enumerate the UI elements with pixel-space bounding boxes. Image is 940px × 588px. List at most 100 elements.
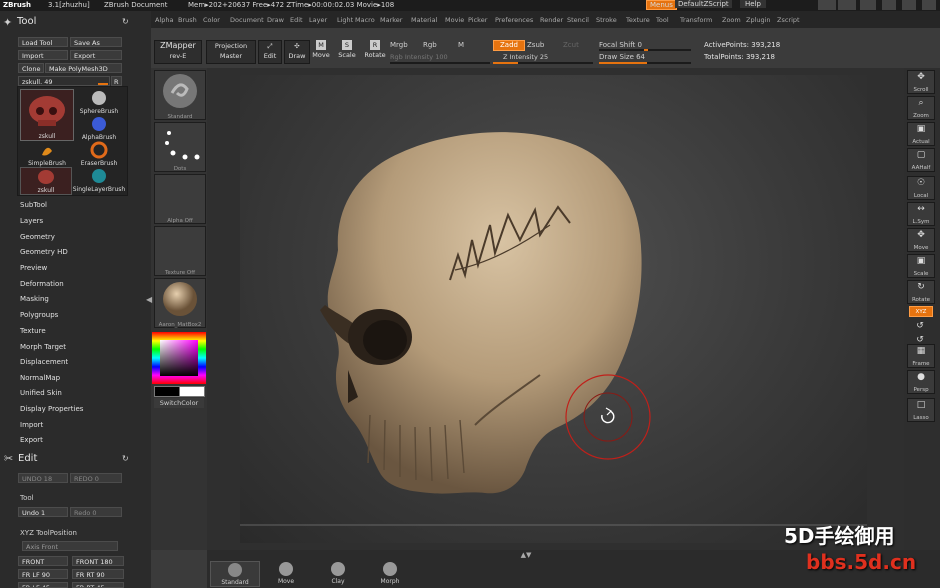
bottom-brush-move[interactable]: Move	[262, 561, 310, 585]
menu-zoom[interactable]: Zoom	[722, 16, 741, 24]
menu-zscript[interactable]: Zscript	[777, 16, 800, 24]
bottom-brush-standard[interactable]: Standard	[210, 561, 260, 587]
menu-color[interactable]: Color	[203, 16, 220, 24]
undo-button[interactable]: UNDO 18	[18, 473, 68, 483]
fr-rt-45-button[interactable]: FR RT 45	[72, 582, 124, 588]
subpalette-masking[interactable]: Masking	[20, 295, 49, 303]
subpalette-layers[interactable]: Layers	[20, 217, 43, 225]
tool-slot-spherebrush[interactable]: SphereBrush	[72, 89, 126, 115]
right-shelf-persp[interactable]: ● Persp	[907, 370, 935, 394]
menu-marker[interactable]: Marker	[380, 16, 402, 24]
load-tool-button[interactable]: Load Tool	[18, 37, 68, 47]
left-collapse-icon[interactable]: ◀	[146, 295, 152, 305]
right-shelf-slot-11[interactable]: ↺	[907, 334, 933, 345]
material-thumb[interactable]: Aaron_MatBox2	[154, 278, 206, 328]
minimize-icon[interactable]	[882, 0, 896, 10]
right-shelf-slot-10[interactable]: ↺	[907, 320, 933, 331]
subpalette-polygroups[interactable]: Polygroups	[20, 311, 58, 319]
redo-tool-button[interactable]: Redo 0	[70, 507, 122, 517]
stroke-dots-thumb[interactable]: Dots	[154, 122, 206, 172]
menu-stencil[interactable]: Stencil	[567, 16, 589, 24]
right-shelf-aahalf[interactable]: ▢ AAHalf	[907, 148, 935, 172]
standard-brush-thumb[interactable]: Standard	[154, 70, 206, 120]
projection-master-button[interactable]: Projection Master	[206, 40, 256, 64]
z-intensity-slider[interactable]: Z Intensity 25	[503, 53, 548, 61]
save-as-button[interactable]: Save As	[70, 37, 122, 47]
menu-tool[interactable]: Tool	[656, 16, 669, 24]
main-color-swatch[interactable]	[154, 386, 180, 397]
menu-movie[interactable]: Movie	[445, 16, 464, 24]
color-picker[interactable]	[152, 332, 206, 384]
draw-size-slider[interactable]: Draw Size 64	[599, 53, 645, 61]
menu-brush[interactable]: Brush	[178, 16, 197, 24]
fr-lf-45-button[interactable]: FR LF 45	[18, 582, 68, 588]
subpalette-subtool[interactable]: SubTool	[20, 201, 47, 209]
layout-icon[interactable]	[818, 0, 836, 10]
zmapper-button[interactable]: ZMapper rev-E	[154, 40, 202, 64]
right-shelf-scale[interactable]: ▣ Scale	[907, 254, 935, 278]
subpalette-geometry[interactable]: Geometry	[20, 233, 55, 241]
subpalette-unified-skin[interactable]: Unified Skin	[20, 389, 62, 397]
r-button[interactable]: R	[111, 76, 122, 86]
edit-mode-button[interactable]: ⤢ Edit	[258, 40, 282, 64]
maximize-icon[interactable]	[902, 0, 916, 10]
current-tool-slider[interactable]: zskull. 49	[18, 76, 110, 86]
front-180-button[interactable]: FRONT 180	[72, 556, 124, 566]
bottom-brush-morph[interactable]: Morph	[366, 561, 414, 585]
menus-button[interactable]: Menus	[646, 0, 677, 10]
subpalette-displacement[interactable]: Displacement	[20, 358, 68, 366]
menu-stroke[interactable]: Stroke	[596, 16, 617, 24]
fr-lf-90-button[interactable]: FR LF 90	[18, 569, 68, 579]
subpalette-geometry-hd[interactable]: Geometry HD	[20, 248, 68, 256]
edit-refresh-icon[interactable]: ↻	[122, 454, 129, 463]
menu-preferences[interactable]: Preferences	[495, 16, 533, 24]
mrgb-button[interactable]: Mrgb	[390, 41, 408, 49]
zsub-button[interactable]: Zsub	[527, 41, 544, 49]
make-polymesh-button[interactable]: Make PolyMesh3D	[45, 63, 122, 73]
subpalette-export[interactable]: Export	[20, 436, 43, 444]
m-button[interactable]: M	[458, 41, 464, 49]
subpalette-normalmap[interactable]: NormalMap	[20, 374, 60, 382]
right-shelf-move[interactable]: ✥ Move	[907, 228, 935, 252]
export-button[interactable]: Export	[70, 50, 122, 60]
menu-texture[interactable]: Texture	[626, 16, 650, 24]
subpalette-deformation[interactable]: Deformation	[20, 280, 64, 288]
menu-document[interactable]: Document	[230, 16, 264, 24]
default-zscript-button[interactable]: DefaultZScript	[675, 0, 732, 8]
subpalette-import[interactable]: Import	[20, 421, 43, 429]
menu-draw[interactable]: Draw	[267, 16, 284, 24]
subpalette-morph-target[interactable]: Morph Target	[20, 343, 66, 351]
layout-icon-2[interactable]	[838, 0, 856, 10]
front-button[interactable]: FRONT	[18, 556, 68, 566]
right-shelf-actual[interactable]: ▣ Actual	[907, 122, 935, 146]
subpalette-display-properties[interactable]: Display Properties	[20, 405, 83, 413]
scale-mode-button[interactable]: S Scale	[336, 40, 358, 62]
import-button[interactable]: Import	[18, 50, 68, 60]
help-button[interactable]: Help	[740, 0, 766, 8]
secondary-color-swatch[interactable]	[179, 386, 205, 397]
right-shelf-scroll[interactable]: ✥ Scroll	[907, 70, 935, 94]
draw-mode-button[interactable]: ✣ Draw	[284, 40, 310, 64]
tool-slot-singlelayerbrush[interactable]: SingleLayerBrush	[72, 167, 126, 193]
zcut-button[interactable]: Zcut	[563, 41, 579, 49]
menu-edit[interactable]: Edit	[290, 16, 303, 24]
bottom-brush-clay[interactable]: Clay	[314, 561, 362, 585]
tool-slot-simplebrush[interactable]: SimpleBrush	[20, 141, 74, 167]
texture-off-thumb[interactable]: Texture Off	[154, 226, 206, 276]
right-shelf-zoom[interactable]: ⌕ Zoom	[907, 96, 935, 120]
menu-layer[interactable]: Layer	[309, 16, 327, 24]
menu-render[interactable]: Render	[540, 16, 563, 24]
alpha-off-thumb[interactable]: Alpha Off	[154, 174, 206, 224]
tool-slot-eraserbrush[interactable]: EraserBrush	[72, 141, 126, 167]
menu-transform[interactable]: Transform	[680, 16, 712, 24]
menu-macro[interactable]: Macro	[355, 16, 375, 24]
subpalette-texture[interactable]: Texture	[20, 327, 46, 335]
right-shelf-frame[interactable]: ▦ Frame	[907, 344, 935, 368]
close-icon[interactable]	[922, 0, 936, 10]
menu-alpha[interactable]: Alpha	[155, 16, 173, 24]
right-shelf-local[interactable]: ☉ Local	[907, 176, 935, 200]
right-shelf-xyz[interactable]: XYZ	[909, 306, 933, 317]
switch-color-button[interactable]: SwitchColor	[154, 398, 204, 408]
subpalette-preview[interactable]: Preview	[20, 264, 47, 272]
rgb-button[interactable]: Rgb	[423, 41, 437, 49]
